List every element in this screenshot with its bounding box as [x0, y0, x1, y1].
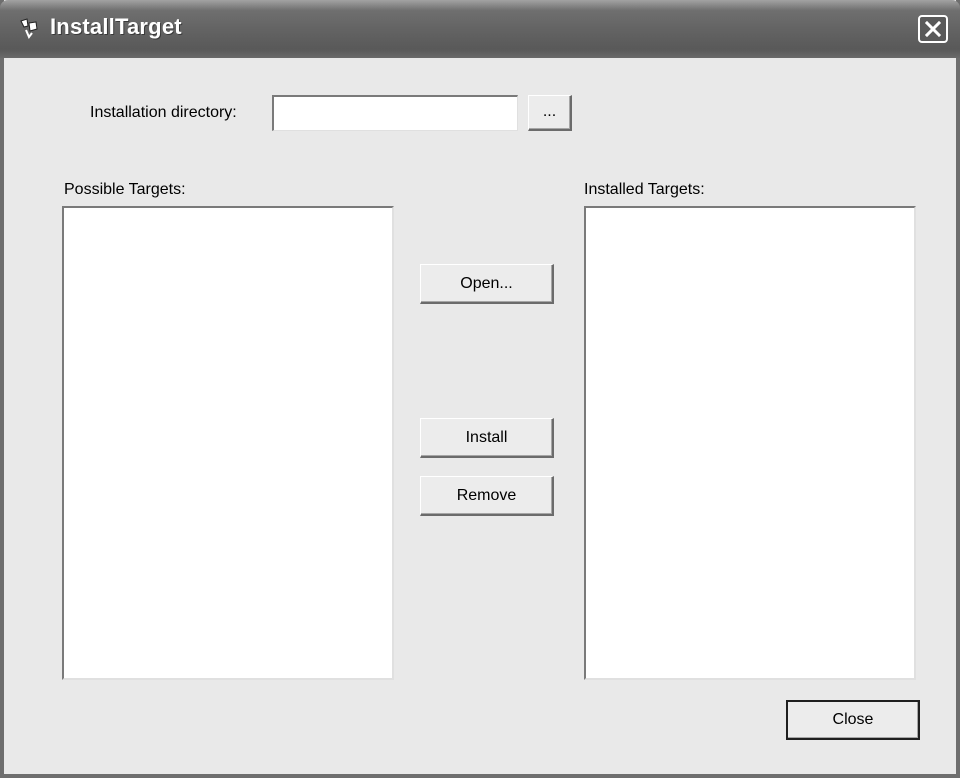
close-window-button[interactable]	[918, 15, 948, 43]
open-button-label: Open...	[460, 275, 513, 292]
install-target-dialog: InstallTarget Installation directory: ..…	[0, 0, 960, 778]
close-button-label: Close	[832, 711, 874, 728]
browse-button-label: ...	[542, 103, 557, 120]
close-button[interactable]: Close	[786, 700, 920, 740]
installation-directory-input[interactable]	[272, 95, 518, 131]
window-title: InstallTarget	[50, 14, 182, 39]
install-button[interactable]: Install	[420, 418, 554, 458]
installed-targets-list[interactable]	[584, 206, 916, 680]
installation-directory-label: Installation directory:	[90, 104, 237, 121]
remove-button[interactable]: Remove	[420, 476, 554, 516]
possible-targets-list[interactable]	[62, 206, 394, 680]
close-icon	[925, 21, 941, 37]
title-bar[interactable]: InstallTarget	[0, 0, 960, 58]
install-button-label: Install	[465, 429, 508, 446]
possible-targets-label: Possible Targets:	[64, 181, 186, 198]
app-icon	[18, 17, 40, 39]
open-button[interactable]: Open...	[420, 264, 554, 304]
browse-button[interactable]: ...	[528, 95, 572, 131]
remove-button-label: Remove	[456, 487, 517, 504]
installed-targets-label: Installed Targets:	[584, 181, 705, 198]
